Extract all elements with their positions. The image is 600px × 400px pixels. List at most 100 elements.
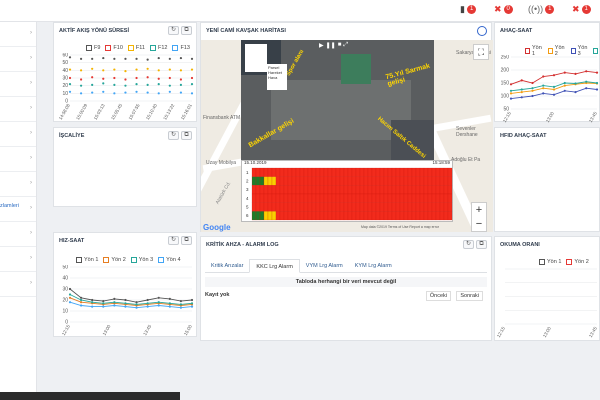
map-area[interactable]: Uzay Mobilya Finansbank ATM Sakarya Şube… xyxy=(201,40,493,232)
refresh-icon: ↻ xyxy=(170,27,177,33)
heat-cell xyxy=(255,211,261,221)
prev-button[interactable]: Önceki xyxy=(425,291,451,301)
next-button[interactable]: Sonraki xyxy=(456,291,483,301)
legend-checkbox[interactable] xyxy=(105,45,112,51)
zoom-in-button[interactable]: + xyxy=(472,203,486,217)
heat-cell xyxy=(407,193,413,203)
fullscreen-icon[interactable]: ⤢ xyxy=(343,42,348,49)
legend-checkbox[interactable] xyxy=(86,45,92,51)
legend-checkbox[interactable] xyxy=(149,45,156,51)
heat-cell xyxy=(255,193,261,203)
camera-count: 0 xyxy=(503,5,513,14)
heat-cell xyxy=(267,167,273,177)
legend-checkbox[interactable] xyxy=(103,257,110,263)
x-tick-label: 12:15 xyxy=(496,326,506,339)
heat-cell xyxy=(271,202,277,212)
legend-checkbox[interactable] xyxy=(172,45,179,51)
legend-item[interactable]: Yön 1 xyxy=(76,257,98,263)
heat-cell xyxy=(335,211,341,221)
heat-cell xyxy=(403,176,409,186)
legend-checkbox[interactable] xyxy=(570,48,576,54)
map-layer-menu[interactable]: Parsel Hareket Hava xyxy=(267,64,287,90)
legend-checkbox[interactable] xyxy=(566,259,573,265)
pause-icon[interactable]: ❚❚ xyxy=(326,42,336,49)
traffic-light-status[interactable]: ▮ 1 xyxy=(460,4,477,15)
legend-item[interactable]: F9 xyxy=(86,45,100,51)
heat-cell xyxy=(363,185,369,195)
refresh-button[interactable]: ↻ xyxy=(168,236,179,245)
sidebar-item[interactable]: › xyxy=(0,222,36,247)
refresh-button[interactable]: ↻ xyxy=(168,131,179,140)
heat-cell xyxy=(271,176,277,186)
copy-button[interactable]: ⧉ xyxy=(181,26,192,35)
heat-cell xyxy=(267,193,273,203)
sidebar-item[interactable]: › xyxy=(0,272,36,297)
data-point xyxy=(113,301,116,304)
tab-critical[interactable]: Kritik Arızalar xyxy=(205,259,249,272)
alert-status[interactable]: ✖ 1 xyxy=(572,4,591,15)
data-point xyxy=(124,91,127,94)
heat-cell xyxy=(287,193,293,203)
data-point xyxy=(157,92,160,95)
legend-checkbox[interactable] xyxy=(525,48,530,54)
sidebar-item[interactable]: › xyxy=(0,97,36,122)
sidebar-item[interactable]: › xyxy=(0,47,36,72)
legend-checkbox[interactable] xyxy=(76,257,82,263)
y-tick-label: 50 xyxy=(62,265,68,271)
heat-cell xyxy=(275,211,281,221)
copy-button[interactable]: ⧉ xyxy=(181,236,192,245)
legend-item[interactable]: Yön 1 xyxy=(539,259,561,265)
tab-vym[interactable]: VYM Lrg Alarm xyxy=(300,259,349,272)
data-point xyxy=(509,92,513,95)
legend-item[interactable]: Yön 3 xyxy=(130,257,153,263)
legend-item[interactable]: F10 xyxy=(105,45,123,51)
legend-checkbox[interactable] xyxy=(158,257,165,263)
sidebar-item[interactable]: › xyxy=(0,247,36,272)
legend-checkbox[interactable] xyxy=(547,48,553,54)
map-fullscreen-button[interactable]: ⛶ xyxy=(473,44,489,60)
sidebar-item-zlamleri[interactable]: zlamleri › xyxy=(0,197,36,222)
satellite-view[interactable]: 75.Yıl Sarmak gelişi Bakkallar gelişi Ha… xyxy=(241,40,434,160)
legend-item[interactable]: F11 xyxy=(127,45,145,51)
heat-cell xyxy=(395,185,401,195)
data-point xyxy=(79,301,83,304)
legend-checkbox[interactable] xyxy=(593,48,599,54)
heat-cell xyxy=(375,167,381,177)
play-icon[interactable]: ▶ xyxy=(319,42,324,49)
copy-button[interactable]: ⧉ xyxy=(476,240,487,249)
refresh-button[interactable]: ↻ xyxy=(463,240,474,249)
heat-cell xyxy=(299,202,305,212)
chevron-right-icon: › xyxy=(30,255,32,261)
legend-item[interactable]: F13 xyxy=(172,45,190,51)
sidebar-item[interactable]: › xyxy=(0,147,36,172)
heat-cell xyxy=(443,211,449,221)
sidebar-item[interactable]: › xyxy=(0,22,36,47)
sidebar-item[interactable]: › xyxy=(0,72,36,97)
menu-item[interactable]: Hava xyxy=(268,75,286,80)
heat-cell xyxy=(367,211,373,221)
refresh-button[interactable]: ↻ xyxy=(168,26,179,35)
copy-button[interactable]: ⧉ xyxy=(181,131,192,140)
legend-checkbox[interactable] xyxy=(130,257,137,263)
stop-icon[interactable]: ■ xyxy=(338,42,342,49)
legend-checkbox[interactable] xyxy=(539,259,545,265)
legend-item[interactable]: Yön 2 xyxy=(103,257,126,263)
legend-item[interactable]: F12 xyxy=(149,45,167,51)
data-point xyxy=(68,90,72,93)
tab-kym[interactable]: KYM Lrg Alarm xyxy=(349,259,398,272)
sidebar-item[interactable]: › xyxy=(0,122,36,147)
heat-cell xyxy=(395,193,401,203)
info-icon[interactable] xyxy=(477,26,487,36)
zoom-out-button[interactable]: − xyxy=(472,217,486,231)
hfid-panel: HFID AHAÇ-SAAT xyxy=(494,127,600,232)
heat-cell xyxy=(263,167,269,177)
legend-checkbox[interactable] xyxy=(127,45,134,51)
legend-item[interactable]: Yön 2 xyxy=(566,259,589,265)
camera-status[interactable]: ✖ 0 xyxy=(494,4,513,15)
signal-status-list[interactable] xyxy=(245,44,267,72)
sidebar-item[interactable]: › xyxy=(0,172,36,197)
radio-status[interactable]: ((•)) 1 xyxy=(528,4,555,14)
legend-item[interactable]: Yön 4 xyxy=(158,257,181,263)
data-point xyxy=(91,298,94,302)
tab-kkc[interactable]: KKC Lrg Alarm xyxy=(249,259,300,273)
